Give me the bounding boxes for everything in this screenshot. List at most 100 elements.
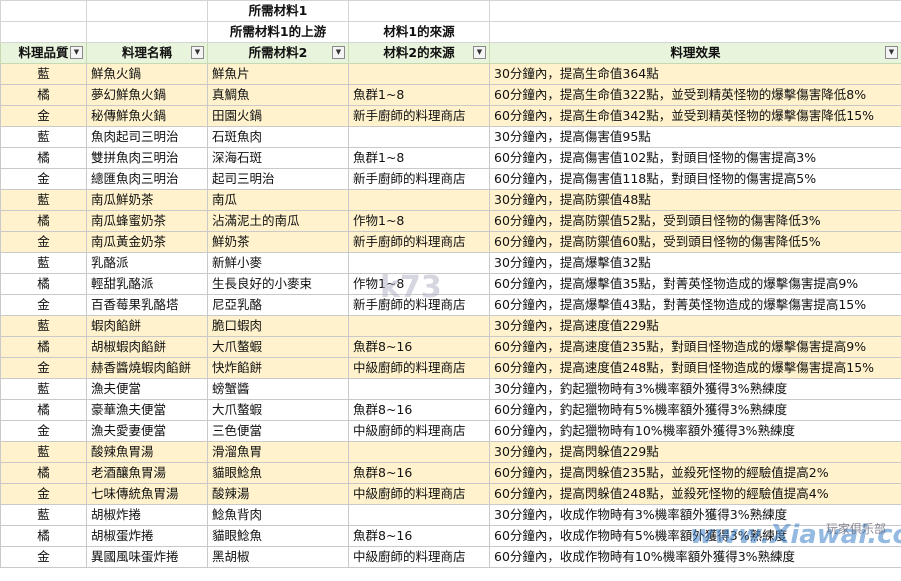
effect-cell[interactable]: 60分鐘內，收成作物時有10%機率額外獲得3%熟練度 [489, 546, 901, 568]
dish-name-cell[interactable]: 胡椒炸捲 [86, 504, 208, 526]
quality-cell[interactable]: 藍 [0, 315, 87, 337]
dish-name-cell[interactable]: 胡椒蝦肉餡餅 [86, 336, 208, 358]
dish-name-cell[interactable]: 漁夫愛妻便當 [86, 420, 208, 442]
quality-cell[interactable]: 金 [0, 357, 87, 379]
quality-cell[interactable]: 橘 [0, 336, 87, 358]
dish-name-cell[interactable]: 南瓜蜂蜜奶茶 [86, 210, 208, 232]
effect-cell[interactable]: 60分鐘內，提高生命值342點，並受到精英怪物的爆擊傷害降低15% [489, 105, 901, 127]
source-cell[interactable] [348, 252, 490, 274]
material-cell[interactable]: 滑溜魚胃 [207, 441, 349, 463]
material-cell[interactable]: 尼亞乳酪 [207, 294, 349, 316]
source-cell[interactable]: 新手廚師的料理商店 [348, 294, 490, 316]
effect-cell[interactable]: 30分鐘內，釣起獵物時有3%機率額外獲得3%熟練度 [489, 378, 901, 400]
material-cell[interactable]: 田園火鍋 [207, 105, 349, 127]
material-cell[interactable]: 起司三明治 [207, 168, 349, 190]
dish-name-cell[interactable]: 秘傳鮮魚火鍋 [86, 105, 208, 127]
dish-name-cell[interactable]: 魚肉起司三明治 [86, 126, 208, 148]
dish-name-cell[interactable]: 胡椒蛋炸捲 [86, 525, 208, 547]
effect-cell[interactable]: 60分鐘內，提高速度值248點，對頭目怪物造成的爆擊傷害提高15% [489, 357, 901, 379]
material-cell[interactable]: 鮮魚片 [207, 63, 349, 85]
effect-cell[interactable]: 60分鐘內，提高速度值235點，對頭目怪物造成的爆擊傷害提高9% [489, 336, 901, 358]
source-cell[interactable]: 中級廚師的料理商店 [348, 546, 490, 568]
quality-cell[interactable]: 橘 [0, 84, 87, 106]
quality-cell[interactable]: 藍 [0, 126, 87, 148]
effect-cell[interactable]: 60分鐘內，提高生命值322點，並受到精英怪物的爆擊傷害降低8% [489, 84, 901, 106]
source-cell[interactable]: 魚群1~8 [348, 147, 490, 169]
material-cell[interactable]: 新鮮小麥 [207, 252, 349, 274]
quality-cell[interactable]: 橘 [0, 273, 87, 295]
dish-name-cell[interactable]: 輕甜乳酪派 [86, 273, 208, 295]
dish-name-cell[interactable]: 乳酪派 [86, 252, 208, 274]
material-cell[interactable]: 南瓜 [207, 189, 349, 211]
effect-cell[interactable]: 60分鐘內，提高閃躲值235點，並殺死怪物的經驗值提高2% [489, 462, 901, 484]
quality-cell[interactable]: 金 [0, 105, 87, 127]
source-cell[interactable]: 新手廚師的料理商店 [348, 105, 490, 127]
dish-name-cell[interactable]: 異國風味蛋炸捲 [86, 546, 208, 568]
effect-cell[interactable]: 60分鐘內，提高爆擊值35點，對菁英怪物造成的爆擊傷害提高9% [489, 273, 901, 295]
quality-cell[interactable]: 藍 [0, 441, 87, 463]
source-cell[interactable] [348, 189, 490, 211]
filter-dropdown-icon[interactable]: ▼ [885, 46, 898, 59]
dish-name-cell[interactable]: 漁夫便當 [86, 378, 208, 400]
material-cell[interactable]: 大爪螯蝦 [207, 336, 349, 358]
material-cell[interactable]: 真鯛魚 [207, 84, 349, 106]
source-cell[interactable]: 中級廚師的料理商店 [348, 420, 490, 442]
dish-name-cell[interactable]: 南瓜黃金奶茶 [86, 231, 208, 253]
material-cell[interactable]: 三色便當 [207, 420, 349, 442]
dish-name-cell[interactable]: 蝦肉餡餅 [86, 315, 208, 337]
filter-dropdown-icon[interactable]: ▼ [191, 46, 204, 59]
effect-cell[interactable]: 30分鐘內，提高防禦值48點 [489, 189, 901, 211]
quality-cell[interactable]: 橘 [0, 147, 87, 169]
filter-dropdown-icon[interactable]: ▼ [332, 46, 345, 59]
quality-cell[interactable]: 橘 [0, 399, 87, 421]
source-cell[interactable]: 魚群8~16 [348, 462, 490, 484]
effect-cell[interactable]: 60分鐘內，提高防禦值60點，受到頭目怪物的傷害降低5% [489, 231, 901, 253]
dish-name-cell[interactable]: 夢幻鮮魚火鍋 [86, 84, 208, 106]
material-cell[interactable]: 黑胡椒 [207, 546, 349, 568]
quality-cell[interactable]: 金 [0, 168, 87, 190]
material-cell[interactable]: 深海石斑 [207, 147, 349, 169]
dish-name-cell[interactable]: 百香莓果乳酪塔 [86, 294, 208, 316]
source-cell[interactable]: 新手廚師的料理商店 [348, 231, 490, 253]
effect-cell[interactable]: 60分鐘內，提高閃躲值248點，並殺死怪物的經驗值提高4% [489, 483, 901, 505]
dish-name-cell[interactable]: 赫香醬燒蝦肉餡餅 [86, 357, 208, 379]
source-cell[interactable]: 魚群8~16 [348, 525, 490, 547]
material-cell[interactable]: 脆口蝦肉 [207, 315, 349, 337]
material-cell[interactable]: 螃蟹醬 [207, 378, 349, 400]
material-cell[interactable]: 快炸餡餅 [207, 357, 349, 379]
effect-cell[interactable]: 60分鐘內，收成作物時有5%機率額外獲得3%熟練度 [489, 525, 901, 547]
material-cell[interactable]: 生長良好的小麥束 [207, 273, 349, 295]
effect-cell[interactable]: 60分鐘內，釣起獵物時有10%機率額外獲得3%熟練度 [489, 420, 901, 442]
dish-name-cell[interactable]: 豪華漁夫便當 [86, 399, 208, 421]
filter-dropdown-icon[interactable]: ▼ [473, 46, 486, 59]
quality-cell[interactable]: 金 [0, 294, 87, 316]
source-cell[interactable] [348, 378, 490, 400]
material-cell[interactable]: 鮮奶茶 [207, 231, 349, 253]
quality-cell[interactable]: 金 [0, 483, 87, 505]
source-cell[interactable] [348, 63, 490, 85]
dish-name-cell[interactable]: 雙拼魚肉三明治 [86, 147, 208, 169]
source-cell[interactable]: 中級廚師的料理商店 [348, 357, 490, 379]
material-cell[interactable]: 貓眼鯰魚 [207, 462, 349, 484]
effect-cell[interactable]: 60分鐘內，提高爆擊值43點，對菁英怪物造成的爆擊傷害提高15% [489, 294, 901, 316]
source-cell[interactable]: 魚群8~16 [348, 399, 490, 421]
dish-name-cell[interactable]: 老酒釀魚胃湯 [86, 462, 208, 484]
quality-cell[interactable]: 金 [0, 231, 87, 253]
material-cell[interactable]: 沾滿泥土的南瓜 [207, 210, 349, 232]
quality-cell[interactable]: 藍 [0, 378, 87, 400]
source-cell[interactable]: 新手廚師的料理商店 [348, 168, 490, 190]
dish-name-cell[interactable]: 鮮魚火鍋 [86, 63, 208, 85]
effect-cell[interactable]: 60分鐘內，釣起獵物時有5%機率額外獲得3%熟練度 [489, 399, 901, 421]
quality-cell[interactable]: 金 [0, 420, 87, 442]
effect-cell[interactable]: 30分鐘內，提高生命值364點 [489, 63, 901, 85]
dish-name-cell[interactable]: 酸辣魚胃湯 [86, 441, 208, 463]
source-cell[interactable]: 中級廚師的料理商店 [348, 483, 490, 505]
material-cell[interactable]: 石斑魚肉 [207, 126, 349, 148]
dish-name-cell[interactable]: 總匯魚肉三明治 [86, 168, 208, 190]
source-cell[interactable] [348, 126, 490, 148]
quality-cell[interactable]: 藍 [0, 252, 87, 274]
source-cell[interactable]: 作物1~8 [348, 210, 490, 232]
material-cell[interactable]: 鯰魚背肉 [207, 504, 349, 526]
effect-cell[interactable]: 30分鐘內，收成作物時有3%機率額外獲得3%熟練度 [489, 504, 901, 526]
material-cell[interactable]: 貓眼鯰魚 [207, 525, 349, 547]
